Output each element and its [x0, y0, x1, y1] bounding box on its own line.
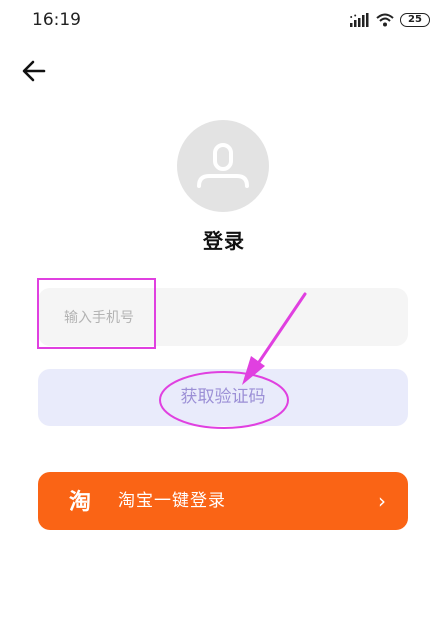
back-arrow-icon: [22, 60, 46, 82]
signal-icon: [350, 13, 369, 27]
taobao-login-label: 淘宝一键登录: [118, 491, 226, 511]
svg-text:淘: 淘: [69, 489, 91, 515]
phone-input[interactable]: [62, 288, 386, 348]
taobao-logo-icon: 淘: [69, 489, 91, 515]
status-time: 16:19: [32, 10, 81, 30]
avatar-icon: [197, 143, 249, 188]
back-button[interactable]: [20, 57, 50, 85]
phone-field: [38, 288, 408, 348]
page-title: 登录: [203, 229, 245, 253]
status-bar: 16:19 25: [0, 0, 448, 40]
taobao-login-button[interactable]: 淘 淘宝一键登录 ›: [38, 472, 408, 530]
avatar: [177, 120, 269, 212]
battery-icon: 25: [400, 13, 430, 27]
wifi-icon: [376, 13, 394, 27]
status-icons: 25: [350, 10, 430, 30]
chevron-right-icon: ›: [378, 489, 386, 513]
get-verification-code-button[interactable]: 获取验证码: [38, 369, 408, 426]
